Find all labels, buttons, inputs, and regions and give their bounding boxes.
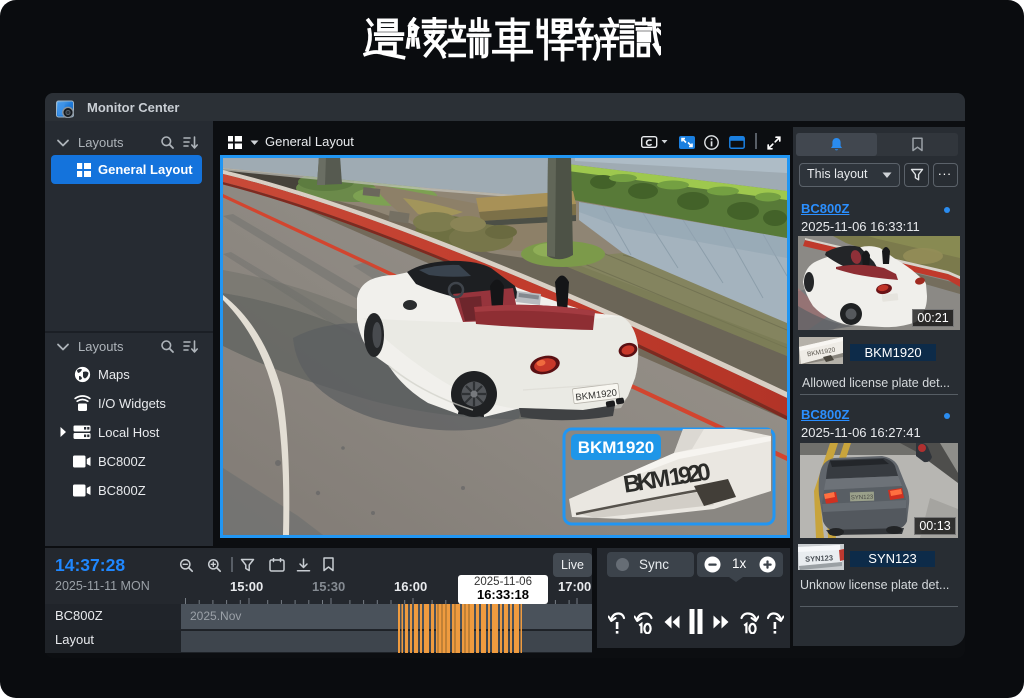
svg-text:SYN123: SYN123 bbox=[805, 553, 833, 563]
svg-text:BKM1920: BKM1920 bbox=[578, 438, 655, 457]
svg-text:SYN123: SYN123 bbox=[851, 495, 874, 502]
